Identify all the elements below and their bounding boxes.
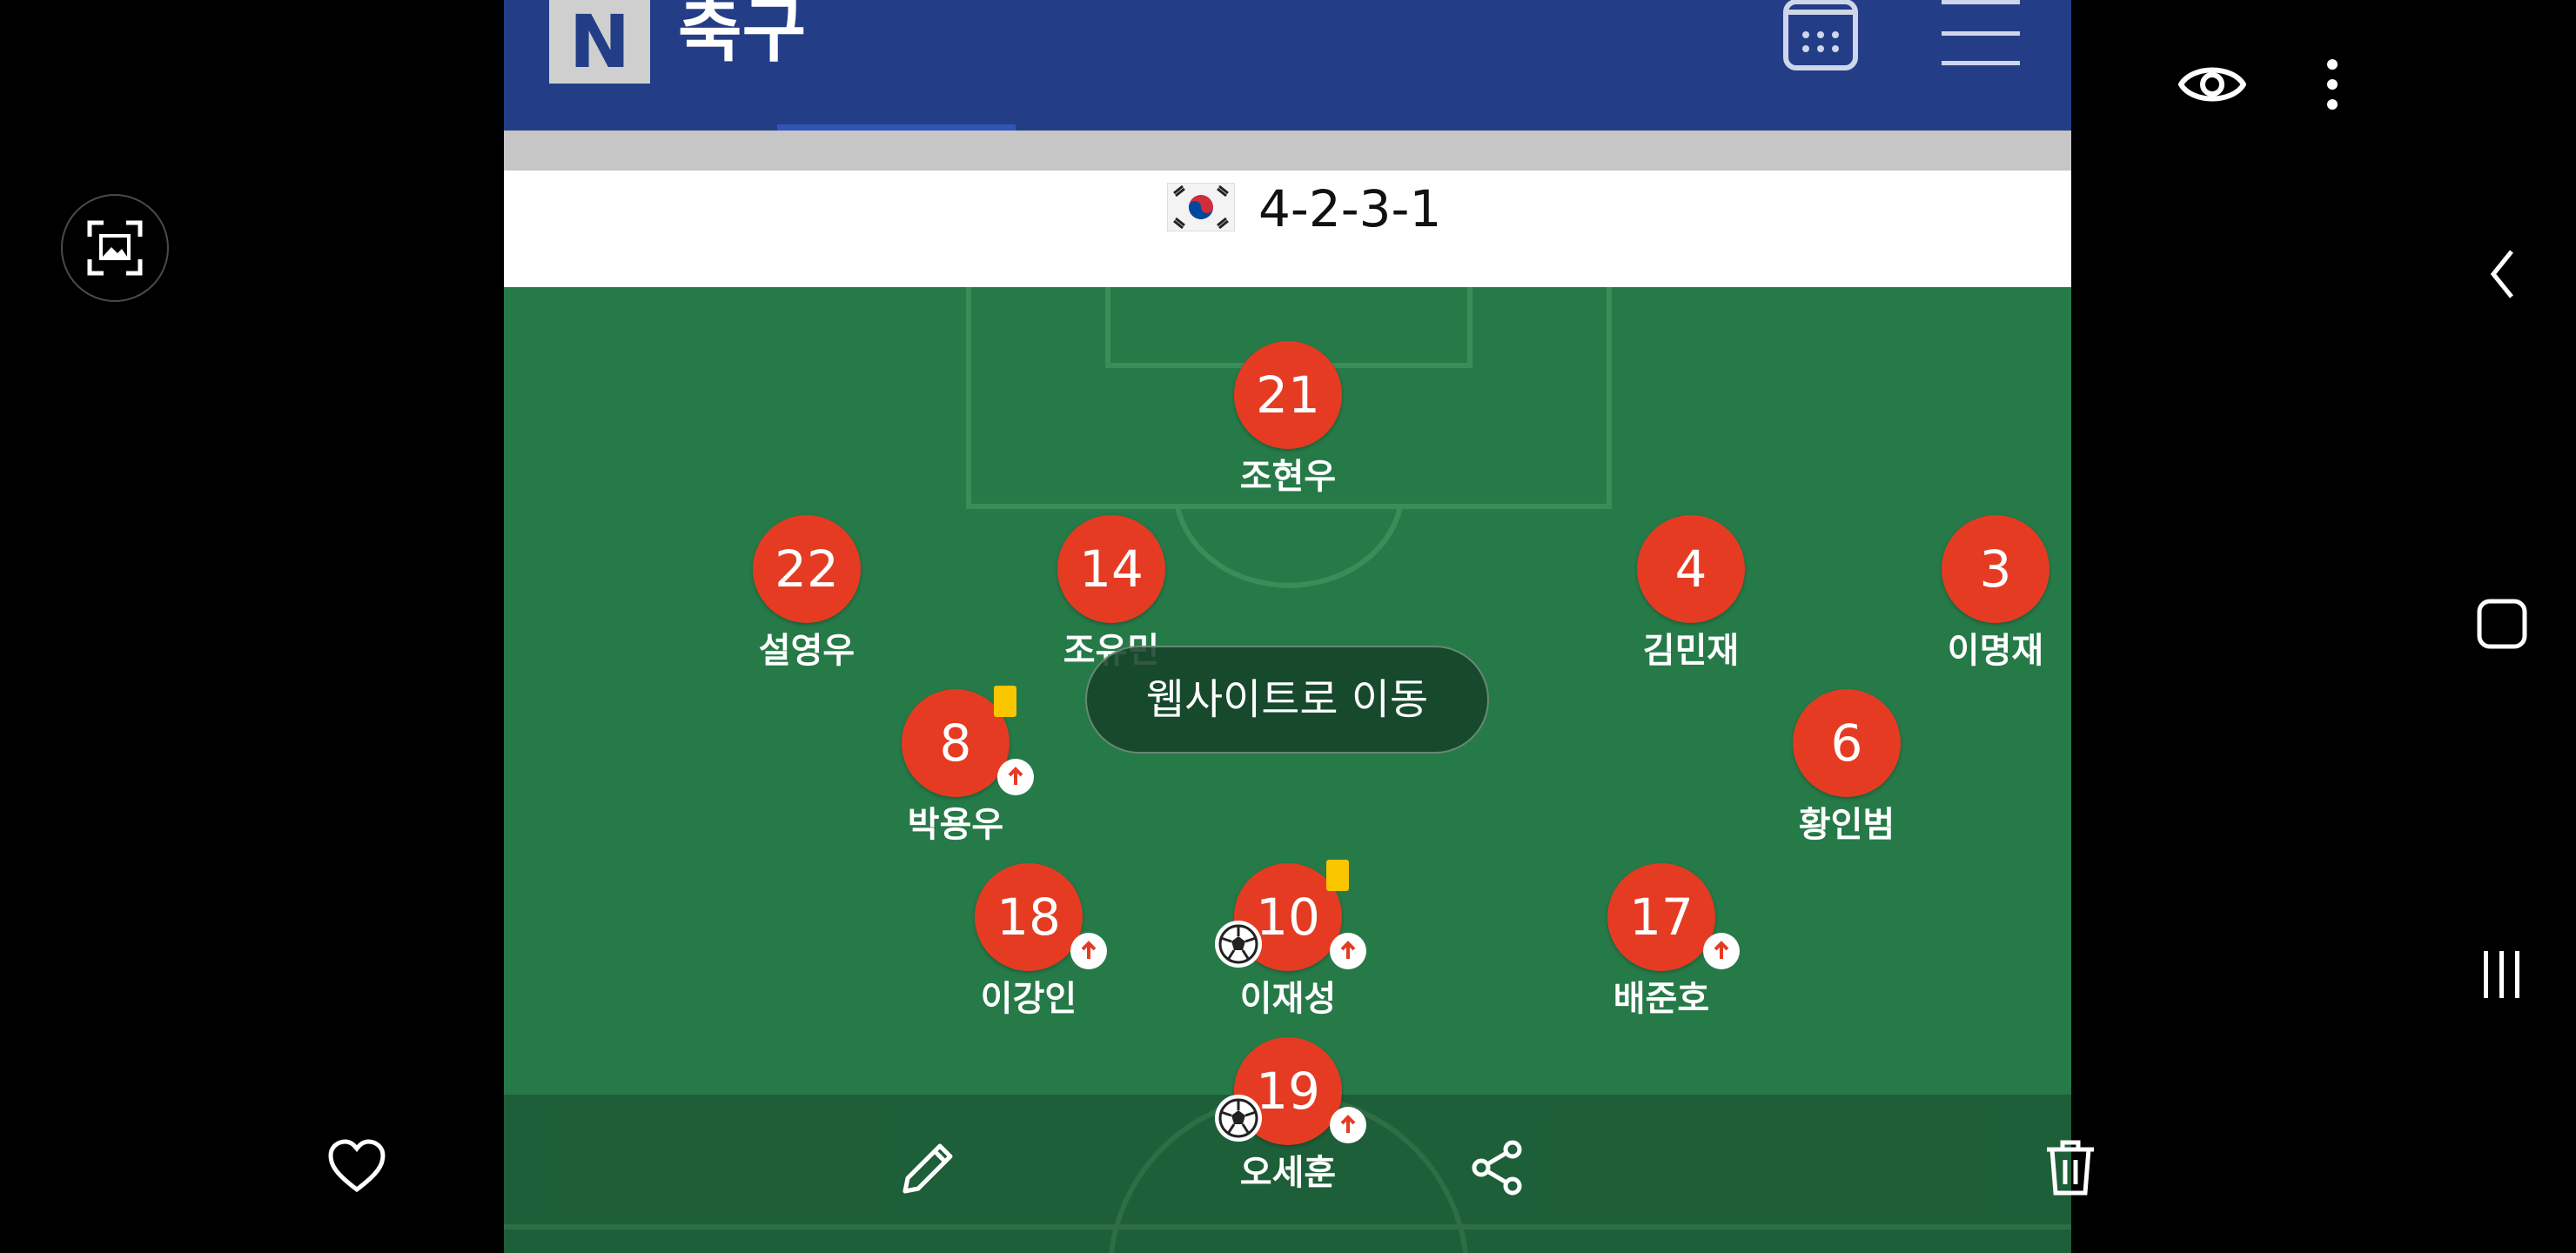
player-marker[interactable]: 3 이명재: [1882, 515, 2071, 689]
player-marker[interactable]: 4 김민재: [1578, 515, 1804, 689]
more-options-button[interactable]: [2315, 54, 2350, 115]
player-name: 김민재: [1642, 631, 1740, 671]
south-korea-flag-icon: [1167, 183, 1235, 231]
player-number: 6: [1793, 689, 1901, 797]
yellow-card-icon: [994, 686, 1016, 717]
share-button[interactable]: [1466, 1136, 1530, 1200]
app-header: N 축구: [504, 0, 2071, 131]
player-name: 이강인: [980, 979, 1077, 1019]
chevron-left-icon: [2490, 250, 2513, 298]
eye-icon: [2178, 67, 2246, 102]
player-number: 4: [1637, 515, 1745, 623]
player-number: 17: [1607, 863, 1715, 971]
player-marker[interactable]: 22 설영우: [694, 515, 920, 689]
goal-ball-icon: [1215, 1095, 1262, 1142]
substitution-icon: [1330, 1107, 1366, 1143]
player-name: 이재성: [1239, 979, 1337, 1019]
player-name: 박용우: [907, 805, 1004, 845]
player-number: 14: [1057, 515, 1165, 623]
favorite-button[interactable]: [322, 1136, 392, 1196]
heart-icon: [328, 1139, 386, 1193]
eye-button[interactable]: [2176, 54, 2249, 115]
pencil-icon: [902, 1143, 953, 1194]
player-name: 조현우: [1239, 457, 1337, 497]
player-number: 21: [1234, 341, 1342, 449]
page-title: 축구: [678, 0, 807, 71]
player-name: 배준호: [1613, 979, 1710, 1019]
player-name: 이명재: [1947, 631, 2044, 671]
trash-icon: [2047, 1140, 2094, 1196]
player-marker[interactable]: 6 황인범: [1734, 689, 1960, 863]
player-number: 18: [975, 863, 1083, 971]
delete-button[interactable]: [2040, 1136, 2101, 1200]
player-marker[interactable]: 10 이재성: [1175, 860, 1401, 1037]
player-name: 설영우: [758, 631, 855, 671]
substitution-icon: [997, 759, 1034, 795]
player-name: 황인범: [1798, 805, 1895, 845]
home-button[interactable]: [2472, 593, 2532, 654]
home-square-icon: [2477, 599, 2527, 649]
goal-ball-icon: [1215, 921, 1262, 968]
player-marker[interactable]: 18 이강인: [916, 863, 1142, 1037]
naver-logo[interactable]: N: [549, 0, 650, 84]
formation-label: 4-2-3-1: [1258, 179, 1442, 238]
calendar-icon: [1783, 0, 1858, 70]
edit-button[interactable]: [896, 1136, 961, 1200]
player-marker[interactable]: 17 배준호: [1548, 863, 1774, 1037]
substitution-icon: [1070, 933, 1107, 969]
image-scan-icon: [87, 220, 143, 276]
recents-button[interactable]: [2476, 944, 2528, 1005]
player-marker[interactable]: 19 오세훈: [1175, 1037, 1401, 1211]
substitution-icon: [1330, 933, 1366, 969]
image-scan-button[interactable]: [61, 194, 169, 302]
go-to-website-button[interactable]: 웹사이트로 이동: [1085, 646, 1489, 754]
player-marker[interactable]: 21 조현우: [1175, 341, 1401, 515]
screenshot-image: N 축구 4-2-3-1 21 조현우 22 설영우 14 조유민 4 김민재 …: [504, 0, 2071, 1253]
more-vertical-icon: [2327, 59, 2338, 110]
menu-button[interactable]: [1940, 0, 2022, 70]
hamburger-menu-icon: [1942, 0, 2020, 65]
recents-icon: [2484, 951, 2519, 998]
substitution-icon: [1703, 933, 1740, 969]
player-name: 오세훈: [1239, 1153, 1337, 1193]
back-button[interactable]: [2480, 244, 2524, 305]
share-icon: [1472, 1140, 1522, 1196]
divider-strip: [504, 131, 2071, 171]
yellow-card-icon: [1326, 860, 1349, 891]
calendar-button[interactable]: [1781, 0, 1860, 73]
player-number: 3: [1942, 515, 2049, 623]
player-number: 22: [753, 515, 861, 623]
player-marker[interactable]: 8 박용우: [842, 686, 1069, 863]
